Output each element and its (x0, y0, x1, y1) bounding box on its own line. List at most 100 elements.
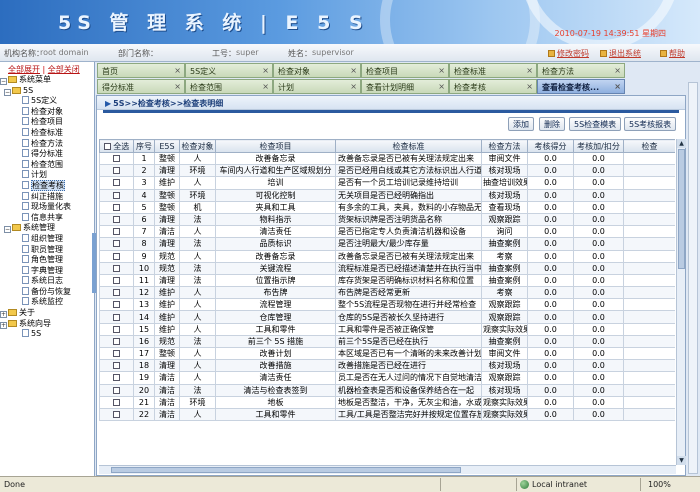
row-checkbox[interactable] (113, 155, 120, 163)
close-icon[interactable]: × (614, 82, 621, 91)
row-checkbox[interactable] (113, 191, 120, 199)
logout-link[interactable]: 退出系统 (600, 48, 641, 59)
sidebar-item[interactable]: 备份与恢复 (0, 286, 94, 298)
row-checkbox[interactable] (113, 386, 120, 394)
table-row[interactable]: 1 整顿人改善备忘录 改善备忘录是否已被有关理法规定出来 审阅文件 0.0 0.0 (99, 151, 675, 166)
sidebar-item[interactable]: + 系统向导 (0, 319, 94, 330)
row-select-cell[interactable] (99, 322, 134, 336)
sidebar-item[interactable]: − 5S (0, 86, 94, 97)
row-select-cell[interactable] (99, 383, 134, 397)
close-icon[interactable]: × (174, 66, 181, 75)
close-icon[interactable]: × (350, 82, 357, 91)
row-select-cell[interactable] (99, 237, 134, 251)
tab[interactable]: 首页 × (97, 63, 185, 78)
row-select-cell[interactable] (99, 225, 134, 239)
row-select-cell[interactable] (99, 176, 134, 190)
sidebar-item[interactable]: 信息共享 (0, 212, 94, 224)
row-checkbox[interactable] (113, 167, 120, 175)
table-row[interactable]: 4 整顿 环境 可视化控制 无关项目是否已经明确指出 核对现场 0.0 0.0 (99, 188, 675, 202)
table-row[interactable]: 12 维护人布告牌 布告牌是否经常更新 考察 0.0 0.0 (99, 286, 675, 300)
sidebar-item[interactable]: 检查对象 (0, 106, 94, 118)
row-checkbox[interactable] (113, 289, 120, 297)
row-select-cell[interactable] (99, 212, 134, 227)
row-select-cell[interactable] (99, 334, 134, 349)
row-checkbox[interactable] (113, 337, 120, 345)
table-row[interactable]: 2清理环境车间内人行道和生产区域规划分是否已经用白线或其它方法标识出人行道和生产… (99, 164, 675, 178)
row-checkbox[interactable] (113, 313, 120, 321)
row-select-cell[interactable] (99, 164, 134, 178)
table-row[interactable]: 5整顿机夹具和工具有多余的工具，夹具，数料的小存物品无围围查看现场0.00.0 (99, 200, 675, 214)
sidebar-item[interactable]: 现场量化表 (0, 202, 94, 213)
tab[interactable]: 查看计划明细 × (361, 79, 449, 94)
sidebar-item[interactable]: 职员管理 (0, 244, 94, 256)
table-row[interactable]: 13 维护人流程管理 整个5S流程是否现物在进行并经常检查 观察跟踪 0.0 0.0 (99, 298, 675, 312)
expand-toggle-icon[interactable]: − (4, 226, 11, 234)
tab[interactable]: 检查范围 × (185, 79, 273, 94)
zoom-level[interactable]: 100% (648, 480, 671, 489)
table-row[interactable]: 8 清理法品质标识 是否注明最大/最少库存量 抽查案例 0.0 0.0 (99, 237, 675, 251)
tab[interactable]: 得分标准 × (97, 79, 185, 94)
row-select-cell[interactable] (99, 298, 134, 312)
help-link[interactable]: 帮助 (660, 48, 685, 59)
scroll-thumb[interactable] (678, 149, 685, 269)
row-select-cell[interactable] (99, 286, 134, 300)
table-row[interactable]: 7 清洁人清洁责任 是否已指定专人负责清洁机器和设备 询问 0.0 0.0 (99, 225, 675, 239)
table-row[interactable]: 17 整顿人改善计划 本区域是否已有一个清晰的未来改善计划 审阅文件 0.0 0.0 (99, 346, 675, 361)
close-icon[interactable]: × (262, 82, 269, 91)
close-icon[interactable]: × (614, 66, 621, 75)
expand-toggle-icon[interactable]: + (0, 321, 7, 329)
sidebar-item[interactable]: 得分标准 (0, 149, 94, 160)
table-row[interactable]: 16 规范法前三个 5S 措施 前三个5S是否已经在执行 抽查案例 0.0 0.0 (99, 334, 675, 349)
tab[interactable]: 检查考核 × (449, 79, 537, 94)
sidebar-item[interactable]: 检查方法 (0, 138, 94, 150)
expand-toggle-icon[interactable]: + (0, 311, 7, 319)
expand-toggle-icon[interactable]: − (0, 78, 7, 85)
row-select-cell[interactable] (99, 151, 134, 166)
tab[interactable]: 计划 × (273, 79, 361, 94)
tab[interactable]: 检查标准 × (449, 63, 537, 78)
sidebar-item[interactable]: 检查项目 (0, 117, 94, 128)
page-vertical-scrollbar[interactable] (688, 82, 698, 474)
sidebar-item[interactable]: − 系统菜单 (0, 75, 94, 86)
row-checkbox[interactable] (113, 203, 120, 211)
close-icon[interactable]: × (526, 82, 533, 91)
sidebar-item[interactable]: 检查标准 (0, 127, 94, 139)
close-icon[interactable]: × (438, 82, 445, 91)
row-checkbox[interactable] (113, 350, 120, 358)
table-horizontal-scrollbar[interactable] (99, 465, 676, 474)
row-checkbox[interactable] (113, 411, 120, 419)
sidebar-item[interactable]: 角色管理 (0, 255, 94, 266)
report-button[interactable]: 5S考核报表 (624, 117, 677, 131)
table-row[interactable]: 18 清理人改善措施 改善措施是否已经在进行 核对现场 0.0 0.0 (99, 359, 675, 373)
table-row[interactable]: 20 清洁法清洁与检查表签到 机器检查表是否和设备保养结合在一起 核对现场 0.0 0.0 (99, 383, 675, 397)
sidebar-item[interactable]: 检查考核 (0, 179, 94, 192)
table-row[interactable]: 10 规范法关键流程 流程标准是否已经描述清楚并在执行当中 抽查案例 0.0 0.0 (99, 261, 675, 275)
row-select-cell[interactable] (99, 371, 134, 385)
row-select-cell[interactable] (99, 407, 134, 422)
sidebar-item[interactable]: 组织管理 (0, 233, 94, 245)
sidebar-item[interactable]: 纠正措施 (0, 191, 94, 203)
row-checkbox[interactable] (113, 276, 120, 284)
expand-toggle-icon[interactable]: − (4, 88, 11, 96)
row-checkbox[interactable] (113, 325, 120, 333)
row-checkbox[interactable] (113, 362, 120, 370)
table-row[interactable]: 3 维护人培训 是否有一个员工培训记录维持培训 抽查培训效果 0.0 0.0 (99, 176, 675, 190)
row-checkbox[interactable] (113, 398, 120, 406)
row-checkbox[interactable] (113, 374, 120, 382)
close-icon[interactable]: × (526, 66, 533, 75)
sidebar-item[interactable]: 检查范围 (0, 159, 94, 171)
row-select-cell[interactable] (99, 395, 134, 409)
collapse-all-link[interactable]: 全部关闭 (48, 65, 80, 74)
row-checkbox[interactable] (113, 240, 120, 248)
table-vertical-scrollbar[interactable]: ▲ ▼ (676, 139, 686, 465)
table-row[interactable]: 6 清理法物料指示 货架标识牌是否注明货品名称 观察跟踪 0.0 0.0 (99, 212, 675, 227)
row-checkbox[interactable] (113, 252, 120, 260)
scroll-thumb[interactable] (111, 467, 461, 473)
row-checkbox[interactable] (113, 264, 120, 272)
sidebar-item[interactable]: + 关于 (0, 308, 94, 319)
add-button[interactable]: 添加 (508, 117, 534, 131)
sidebar-item[interactable]: 系统日志 (0, 276, 94, 287)
table-row[interactable]: 21清洁环境地板地板是否整洁，干净，无灰尘和油，水或油污观察实际效果0.00.0 (99, 395, 675, 409)
row-checkbox[interactable] (113, 228, 120, 236)
sidebar-item[interactable]: 5S (0, 329, 94, 340)
